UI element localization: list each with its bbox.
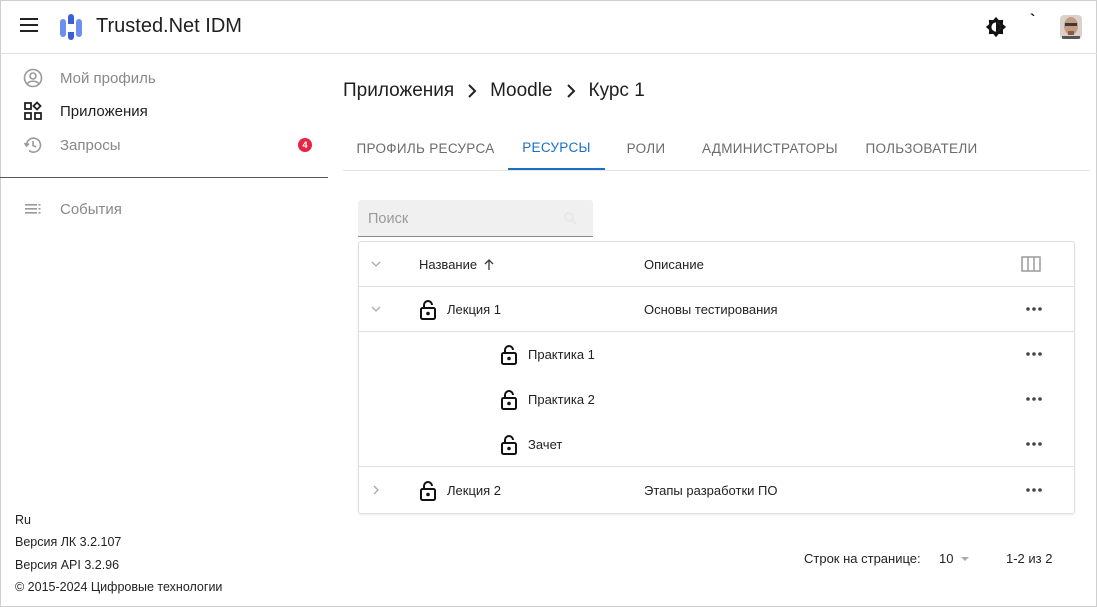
- requests-count-badge: 4: [298, 138, 312, 152]
- tab-resources[interactable]: РЕСУРСЫ: [508, 126, 605, 170]
- breadcrumb-item-course: Курс 1: [588, 80, 645, 101]
- table-row[interactable]: Практика 1: [359, 332, 1074, 377]
- chevron-right-icon[interactable]: [369, 483, 383, 497]
- arrow-drop-down-icon: [961, 556, 970, 561]
- table-row[interactable]: Лекция 1 Основы тестирования: [359, 287, 1074, 332]
- top-app-bar: Trusted.Net IDM `: [0, 0, 1097, 54]
- table-row[interactable]: Зачет: [359, 422, 1074, 467]
- chevron-right-icon: [566, 84, 575, 98]
- more-horiz-icon[interactable]: [1025, 485, 1043, 495]
- tab-resource-profile[interactable]: ПРОФИЛЬ РЕСУРСА: [343, 126, 508, 170]
- breadcrumb: Приложения Moodle Курс 1: [343, 80, 645, 102]
- sidebar-divider: [0, 177, 328, 178]
- version-lk: Версия ЛК 3.2.107: [15, 535, 122, 549]
- chevron-right-icon: [468, 84, 477, 98]
- resource-description: Основы тестирования: [644, 302, 778, 317]
- app-title: Trusted.Net IDM: [96, 15, 242, 37]
- view-columns-icon[interactable]: [1021, 256, 1041, 272]
- resource-description: Этапы разработки ПО: [644, 483, 778, 498]
- breadcrumb-item-applications[interactable]: Приложения: [343, 80, 454, 102]
- tab-roles[interactable]: РОЛИ: [605, 126, 687, 170]
- user-avatar[interactable]: [1060, 15, 1082, 39]
- column-header-label: Название: [419, 257, 478, 272]
- lock-open-icon: [501, 389, 517, 410]
- tab-administrators[interactable]: АДМИНИСТРАТОРЫ: [687, 126, 853, 170]
- more-horiz-icon[interactable]: [1025, 349, 1043, 359]
- chevron-down-icon[interactable]: [369, 257, 383, 271]
- rows-per-page-label: Строк на странице:: [804, 551, 921, 566]
- name-cell: Практика 1: [500, 332, 595, 377]
- name-cell: Лекция 2: [419, 468, 501, 513]
- sidebar-item-profile[interactable]: Мой профиль: [0, 61, 328, 95]
- column-header-description[interactable]: Описание: [644, 242, 704, 287]
- resource-name: Практика 1: [528, 347, 595, 362]
- arrow-up-icon[interactable]: [483, 258, 495, 271]
- sidebar: Мой профиль Приложения Запросы 4 События: [0, 55, 328, 607]
- rows-per-page-select[interactable]: 10: [939, 551, 971, 566]
- search-input[interactable]: [368, 209, 558, 229]
- history-icon: [23, 137, 42, 153]
- apps-icon: [24, 101, 42, 120]
- name-cell: Зачет: [500, 422, 562, 467]
- account-circle-icon: [23, 68, 43, 88]
- theme-toggle-icon[interactable]: [985, 16, 1007, 38]
- search-field[interactable]: [358, 200, 593, 237]
- version-api: Версия API 3.2.96: [15, 558, 120, 572]
- language-button[interactable]: `: [1030, 12, 1035, 30]
- table-row[interactable]: Практика 2: [359, 377, 1074, 422]
- lock-open-icon: [501, 434, 517, 455]
- pagination-range: 1-2 из 2: [1006, 551, 1053, 566]
- sidebar-item-label: Мой профиль: [60, 69, 156, 87]
- table-header-row: Название Описание: [359, 242, 1074, 287]
- copyright: © 2015-2024 Цифровые технологии: [15, 580, 223, 594]
- sidebar-item-events[interactable]: События: [0, 192, 328, 226]
- tab-bar: ПРОФИЛЬ РЕСУРСА РЕСУРСЫ РОЛИ АДМИНИСТРАТ…: [343, 126, 1090, 171]
- more-horiz-icon[interactable]: [1025, 439, 1043, 449]
- sidebar-item-applications[interactable]: Приложения: [0, 94, 328, 128]
- name-cell: Лекция 1: [419, 287, 501, 332]
- resource-name: Лекция 1: [447, 302, 502, 317]
- list-icon: [25, 204, 41, 214]
- sidebar-item-label: События: [60, 200, 122, 218]
- chevron-down-icon[interactable]: [369, 302, 383, 316]
- language-indicator[interactable]: Ru: [15, 513, 31, 527]
- breadcrumb-item-moodle[interactable]: Moodle: [490, 80, 552, 102]
- rows-per-page-value: 10: [939, 551, 954, 566]
- search-icon[interactable]: [563, 211, 577, 225]
- sidebar-item-requests[interactable]: Запросы 4: [0, 128, 328, 162]
- sidebar-item-label: Запросы: [60, 136, 121, 154]
- menu-icon[interactable]: [20, 18, 40, 36]
- resources-table: Название Описание Лекция 1 Основы тестир…: [358, 241, 1075, 514]
- lock-open-icon: [501, 344, 517, 365]
- table-row[interactable]: Лекция 2 Этапы разработки ПО: [359, 468, 1074, 513]
- more-horiz-icon[interactable]: [1025, 394, 1043, 404]
- column-header-name[interactable]: Название: [419, 242, 495, 287]
- lock-open-icon: [420, 480, 436, 501]
- more-horiz-icon[interactable]: [1025, 304, 1043, 314]
- app-logo: [60, 14, 82, 40]
- tab-users[interactable]: ПОЛЬЗОВАТЕЛИ: [853, 126, 990, 170]
- sidebar-item-label: Приложения: [60, 102, 148, 120]
- name-cell: Практика 2: [500, 377, 595, 422]
- resource-name: Лекция 2: [447, 483, 502, 498]
- resource-name: Практика 2: [528, 392, 595, 407]
- lock-open-icon: [420, 299, 436, 320]
- resource-name: Зачет: [528, 437, 563, 452]
